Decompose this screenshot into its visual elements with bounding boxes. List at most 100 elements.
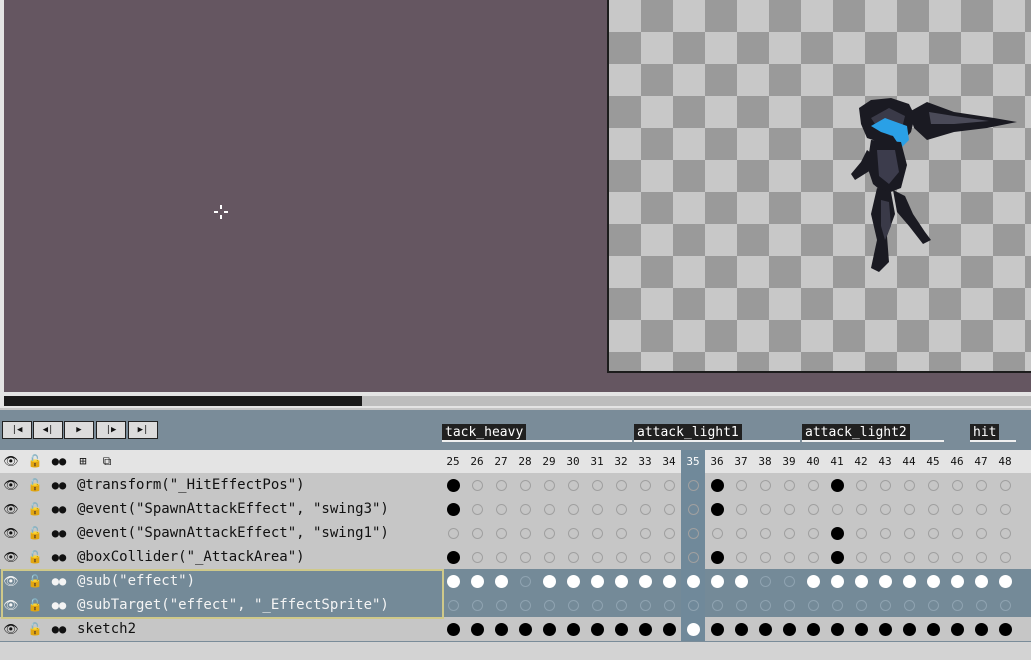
lock-toggle-icon[interactable]: 🔓 xyxy=(25,619,45,639)
frame-number[interactable]: 48 xyxy=(993,450,1017,474)
cel[interactable] xyxy=(801,473,825,497)
cel[interactable] xyxy=(537,473,561,497)
lock-toggle-icon[interactable]: 🔓 xyxy=(25,547,45,567)
cel[interactable] xyxy=(969,497,993,521)
eye-icon[interactable]: 👁 xyxy=(1,451,21,471)
layer-name[interactable]: @event("SpawnAttackEffect", "swing3") xyxy=(77,497,389,521)
cel[interactable] xyxy=(537,497,561,521)
cel[interactable] xyxy=(753,617,777,641)
cel[interactable] xyxy=(801,545,825,569)
cel[interactable] xyxy=(753,545,777,569)
cel[interactable] xyxy=(465,545,489,569)
cel[interactable] xyxy=(633,497,657,521)
cel[interactable] xyxy=(753,473,777,497)
cel[interactable] xyxy=(633,593,657,617)
visibility-toggle-icon[interactable]: 👁 xyxy=(1,475,21,495)
cel[interactable] xyxy=(921,569,945,593)
cel[interactable] xyxy=(777,497,801,521)
continuous-toggle-icon[interactable]: ●● xyxy=(49,523,69,543)
cel[interactable] xyxy=(993,617,1017,641)
cel[interactable] xyxy=(585,617,609,641)
cel[interactable] xyxy=(969,473,993,497)
cel[interactable] xyxy=(825,569,849,593)
cel[interactable] xyxy=(945,497,969,521)
cel[interactable] xyxy=(777,473,801,497)
frame-number[interactable]: 26 xyxy=(465,450,489,474)
play-button[interactable]: ▶ xyxy=(64,421,94,439)
continuous-icon[interactable]: ●● xyxy=(49,451,69,471)
layer-row[interactable]: 👁 🔓 ●● @transform("_HitEffectPos") xyxy=(0,473,1031,497)
cel[interactable] xyxy=(873,593,897,617)
frame-number[interactable]: 42 xyxy=(849,450,873,474)
frame-number[interactable]: 40 xyxy=(801,450,825,474)
layer-row[interactable]: 👁 🔓 ●● @event("SpawnAttackEffect", "swing1"… xyxy=(0,521,1031,545)
frame-number[interactable]: 44 xyxy=(897,450,921,474)
cel[interactable] xyxy=(729,617,753,641)
cel[interactable] xyxy=(585,545,609,569)
cel[interactable] xyxy=(657,617,681,641)
cel[interactable] xyxy=(441,521,465,545)
cel[interactable] xyxy=(681,473,705,497)
cel[interactable] xyxy=(537,545,561,569)
cel[interactable] xyxy=(513,497,537,521)
cel[interactable] xyxy=(561,521,585,545)
visibility-toggle-icon[interactable]: 👁 xyxy=(1,619,21,639)
lock-toggle-icon[interactable]: 🔓 xyxy=(25,595,45,615)
scrollbar-thumb[interactable] xyxy=(4,396,362,406)
layer-row[interactable]: 👁 🔓 ●● @sub("effect") xyxy=(0,569,1031,593)
cel[interactable] xyxy=(537,617,561,641)
cel[interactable] xyxy=(849,521,873,545)
cel[interactable] xyxy=(825,497,849,521)
cel[interactable] xyxy=(441,569,465,593)
cel[interactable] xyxy=(465,593,489,617)
cel[interactable] xyxy=(489,473,513,497)
cel[interactable] xyxy=(465,497,489,521)
cel[interactable] xyxy=(561,617,585,641)
cel[interactable] xyxy=(609,497,633,521)
cel[interactable] xyxy=(441,545,465,569)
cel[interactable] xyxy=(609,593,633,617)
cel[interactable] xyxy=(897,521,921,545)
cel[interactable] xyxy=(801,521,825,545)
cel[interactable] xyxy=(561,473,585,497)
continuous-toggle-icon[interactable]: ●● xyxy=(49,499,69,519)
lock-toggle-icon[interactable]: 🔓 xyxy=(25,523,45,543)
continuous-toggle-icon[interactable]: ●● xyxy=(49,595,69,615)
cel[interactable] xyxy=(849,497,873,521)
frame-number[interactable]: 30 xyxy=(561,450,585,474)
frame-number[interactable]: 28 xyxy=(513,450,537,474)
cel[interactable] xyxy=(993,545,1017,569)
cel[interactable] xyxy=(489,569,513,593)
cel[interactable] xyxy=(441,593,465,617)
cel[interactable] xyxy=(705,617,729,641)
frame-tag[interactable]: attack_light1 xyxy=(634,424,742,441)
previous-frame-button[interactable]: ◀| xyxy=(33,421,63,439)
cel[interactable] xyxy=(897,473,921,497)
cel[interactable] xyxy=(633,569,657,593)
layer-row[interactable]: 👁 🔓 ●● @subTarget("effect", "_EffectSprite"… xyxy=(0,593,1031,617)
cel[interactable] xyxy=(921,521,945,545)
cel[interactable] xyxy=(441,473,465,497)
cel[interactable] xyxy=(609,473,633,497)
layer-name[interactable]: @sub("effect") xyxy=(77,569,195,593)
visibility-toggle-icon[interactable]: 👁 xyxy=(1,595,21,615)
first-frame-button[interactable]: |◀ xyxy=(2,421,32,439)
cel[interactable] xyxy=(681,521,705,545)
cel[interactable] xyxy=(657,521,681,545)
cel[interactable] xyxy=(609,617,633,641)
cel[interactable] xyxy=(657,593,681,617)
continuous-toggle-icon[interactable]: ●● xyxy=(49,475,69,495)
cel[interactable] xyxy=(897,617,921,641)
cel[interactable] xyxy=(993,497,1017,521)
cel[interactable] xyxy=(921,593,945,617)
layer-row[interactable]: 👁 🔓 ●● @boxCollider("_AttackArea") xyxy=(0,545,1031,569)
cel[interactable] xyxy=(609,569,633,593)
cel[interactable] xyxy=(777,617,801,641)
cel[interactable] xyxy=(849,617,873,641)
visibility-toggle-icon[interactable]: 👁 xyxy=(1,547,21,567)
frame-number[interactable]: 34 xyxy=(657,450,681,474)
cel[interactable] xyxy=(633,545,657,569)
cel[interactable] xyxy=(897,497,921,521)
layer-name[interactable]: sketch2 xyxy=(77,617,136,641)
cel[interactable] xyxy=(753,569,777,593)
